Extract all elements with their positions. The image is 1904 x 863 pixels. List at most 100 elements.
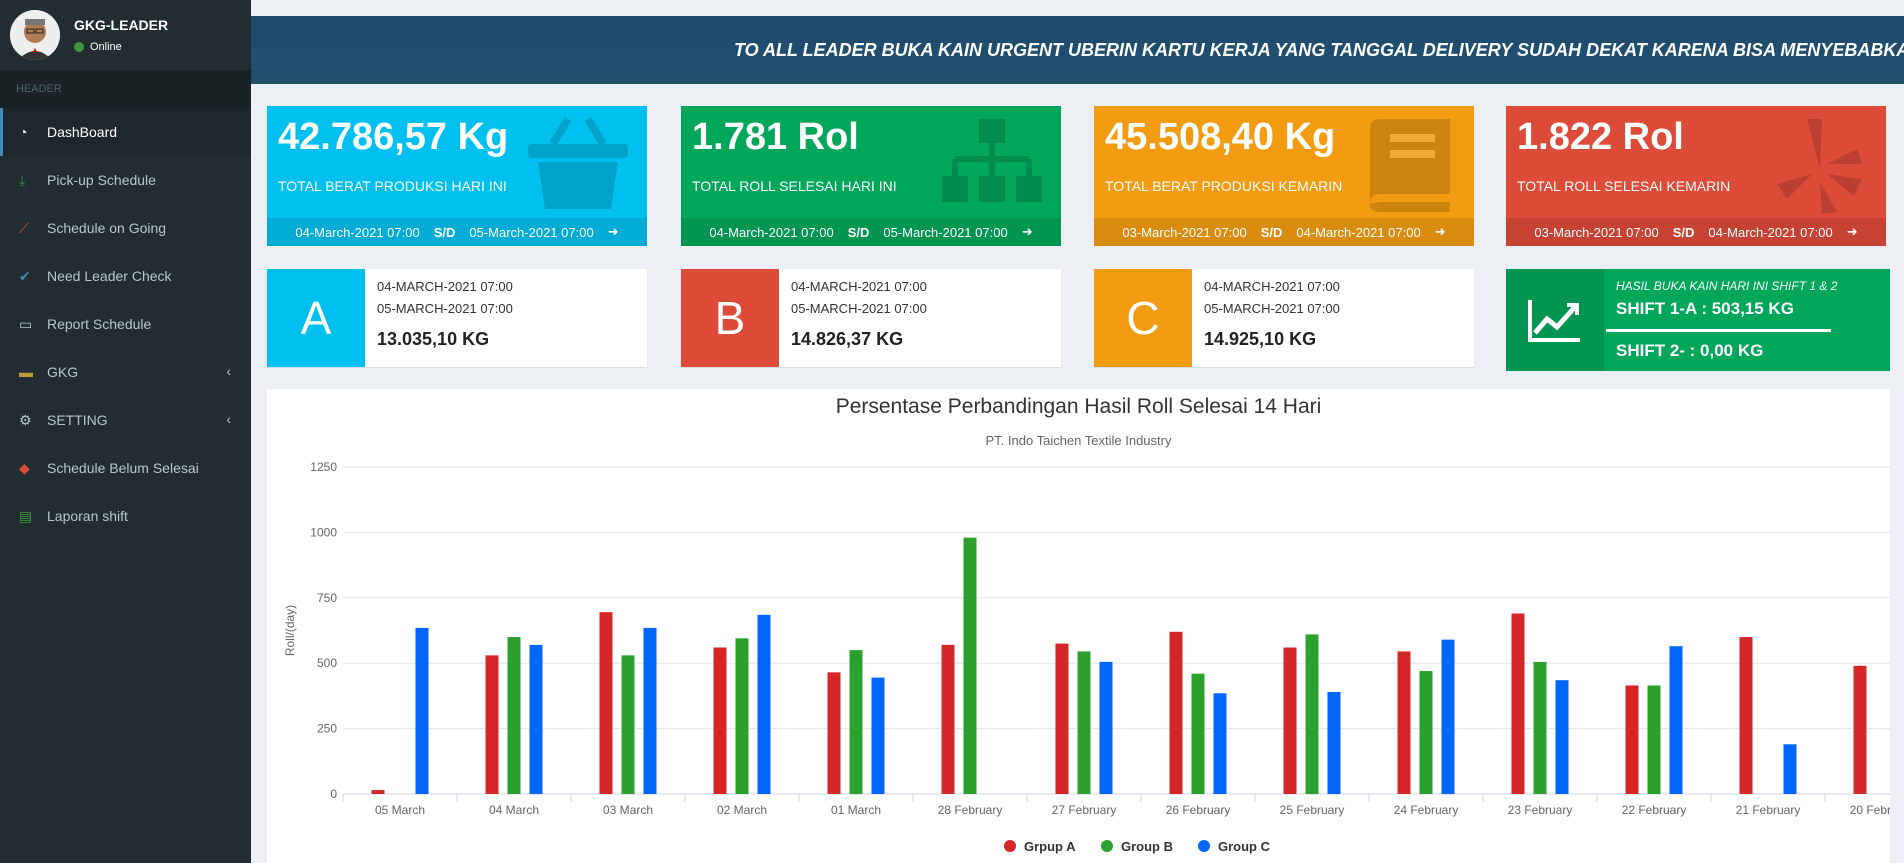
group-b-box: B 04-MARCH-2021 07:00 05-MARCH-2021 07:0… bbox=[681, 269, 1061, 367]
date-to: 05-March-2021 07:00 bbox=[469, 224, 594, 240]
y-tick-label: 1250 bbox=[310, 460, 337, 474]
group-date-to: 05-MARCH-2021 07:00 bbox=[1204, 301, 1340, 316]
sidebar-item-setting[interactable]: ⚙ SETTING ‹ bbox=[0, 396, 251, 444]
x-tick-label: 20 February bbox=[1850, 803, 1890, 817]
group-date-from: 04-MARCH-2021 07:00 bbox=[377, 279, 513, 294]
sidebar-item-schedule-belum-selesai[interactable]: ◆ Schedule Belum Selesai bbox=[0, 444, 251, 492]
main-content: TO ALL LEADER BUKA KAIN URGENT UBERIN KA… bbox=[251, 0, 1904, 863]
sitemap-icon bbox=[942, 119, 1042, 202]
x-tick-label: 26 February bbox=[1166, 803, 1231, 817]
file-excel-icon: ▤ bbox=[19, 507, 33, 524]
bar-group-c bbox=[1099, 661, 1113, 794]
chart-svg: 0 250 500 750 1000 1250 Roll/(day) 05 March 04 M… bbox=[283, 460, 1890, 854]
x-tick-label: 23 February bbox=[1508, 803, 1573, 817]
menu-header: HEADER bbox=[0, 70, 251, 108]
group-date-to: 05-MARCH-2021 07:00 bbox=[377, 301, 513, 316]
bar-grpup-a bbox=[485, 655, 499, 794]
date-to: 04-March-2021 07:00 bbox=[1296, 224, 1421, 240]
download-icon: ⤓ bbox=[19, 171, 26, 188]
bar-group-b bbox=[849, 650, 863, 794]
y-tick-label: 250 bbox=[317, 722, 337, 736]
shift-1-total: SHIFT 1-A : 503,15 KG bbox=[1616, 299, 1794, 318]
legend-label: Group C bbox=[1218, 839, 1271, 854]
stat-footer-link[interactable]: 04-March-2021 07:00 S/D 05-March-2021 07:0… bbox=[267, 218, 647, 246]
legend-marker bbox=[1198, 840, 1210, 852]
arrow-circle-right-icon: ➜ bbox=[1846, 224, 1858, 239]
group-total: 14.826,37 KG bbox=[791, 329, 904, 349]
stat-footer-link[interactable]: 03-March-2021 07:00 S/D 04-March-2021 07:0… bbox=[1506, 218, 1886, 246]
shift-progress-bar bbox=[1606, 329, 1831, 332]
user-name: GKG-LEADER bbox=[74, 17, 169, 33]
sidebar-item-dashboard[interactable]: ◔ DashBoard bbox=[0, 108, 251, 156]
x-tick-label: 22 February bbox=[1622, 803, 1687, 817]
stat-footer-link[interactable]: 03-March-2021 07:00 S/D 04-March-2021 07:0… bbox=[1094, 218, 1474, 246]
stat-value: 45.508,40 Kg bbox=[1105, 116, 1336, 158]
user-status: Online bbox=[74, 41, 168, 53]
sidebar-item-gkg[interactable]: ▬ GKG ‹ bbox=[0, 348, 251, 396]
laptop-icon: ▭ bbox=[19, 315, 33, 332]
sidebar-item-label: Report Schedule bbox=[47, 316, 152, 332]
yelp-icon bbox=[1777, 119, 1862, 214]
legend-label: Group B bbox=[1121, 839, 1173, 854]
tags-icon: ◆ bbox=[19, 459, 30, 476]
stat-label: TOTAL ROLL SELESAI HARI INI bbox=[692, 178, 897, 194]
x-tick-label: 25 February bbox=[1280, 803, 1345, 817]
x-tick-label: 24 February bbox=[1394, 803, 1459, 817]
bar-grpup-a bbox=[713, 647, 727, 794]
group-total: 14.925,10 KG bbox=[1204, 329, 1317, 349]
legend-label: Grpup A bbox=[1024, 839, 1076, 854]
stat-label: TOTAL ROLL SELESAI KEMARIN bbox=[1517, 178, 1731, 194]
sidebar-item-report-schedule[interactable]: ▭ Report Schedule bbox=[0, 300, 251, 348]
stat-box-roll-kemarin: 1.822 Rol TOTAL ROLL SELESAI KEMARIN 03-… bbox=[1506, 106, 1886, 246]
bar-group-c bbox=[1555, 680, 1569, 794]
legend-marker bbox=[1101, 840, 1113, 852]
arrow-circle-right-icon: ➜ bbox=[1434, 224, 1446, 239]
area-chart-icon bbox=[1506, 269, 1604, 371]
group-letter: A bbox=[267, 269, 365, 367]
y-tick-label: 750 bbox=[317, 591, 337, 605]
group-a-box: A 04-MARCH-2021 07:00 05-MARCH-2021 07:0… bbox=[267, 269, 647, 367]
stat-box-roll-hari-ini: 1.781 Rol TOTAL ROLL SELESAI HARI INI 04… bbox=[681, 106, 1061, 246]
y-axis-label: Roll/(day) bbox=[283, 605, 297, 656]
sidebar-item-schedule-on-going[interactable]: ⟋ Schedule on Going bbox=[0, 204, 251, 252]
sidebar-item-label: SETTING bbox=[47, 412, 108, 428]
bar-group-b bbox=[621, 655, 635, 794]
sidebar-item-label: Laporan shift bbox=[47, 508, 128, 524]
x-tick-label: 05 March bbox=[375, 803, 425, 817]
bar-group-c bbox=[757, 614, 771, 794]
sidebar-item-label: Schedule Belum Selesai bbox=[47, 460, 199, 476]
date-separator: S/D bbox=[847, 224, 870, 240]
y-tick-label: 500 bbox=[317, 656, 337, 670]
arrow-circle-right-icon: ➜ bbox=[1021, 224, 1033, 239]
x-tick-label: 01 March bbox=[831, 803, 881, 817]
bar-group-b bbox=[1305, 634, 1319, 794]
sidebar-item-pickup-schedule[interactable]: ⤓ Pick-up Schedule bbox=[0, 156, 251, 204]
shift-header: HASIL BUKA KAIN HARI INI SHIFT 1 & 2 bbox=[1616, 279, 1838, 293]
check-icon: ✔ bbox=[19, 267, 31, 284]
bar-group-b bbox=[735, 638, 749, 794]
shopping-basket-icon bbox=[528, 116, 628, 209]
bar-grpup-a bbox=[599, 612, 613, 794]
y-tick-label: 0 bbox=[330, 787, 337, 801]
bar-grpup-a bbox=[1283, 647, 1297, 794]
group-c-box: C 04-MARCH-2021 07:00 05-MARCH-2021 07:0… bbox=[1094, 269, 1474, 367]
sidebar-item-need-leader-check[interactable]: ✔ Need Leader Check bbox=[0, 252, 251, 300]
date-to: 04-March-2021 07:00 bbox=[1708, 224, 1833, 240]
sidebar-item-laporan-shift[interactable]: ▤ Laporan shift bbox=[0, 492, 251, 540]
stat-footer-link[interactable]: 04-March-2021 07:00 S/D 05-March-2021 07:0… bbox=[681, 218, 1061, 246]
stat-value: 1.781 Rol bbox=[692, 116, 859, 158]
bar-group-c bbox=[1669, 646, 1683, 794]
user-avatar bbox=[10, 10, 60, 60]
stat-box-berat-hari-ini: 42.786,57 Kg TOTAL BERAT PRODUKSI HARI I… bbox=[267, 106, 647, 246]
date-from: 03-March-2021 07:00 bbox=[1122, 224, 1247, 240]
date-separator: S/D bbox=[1260, 224, 1283, 240]
group-total: 13.035,10 KG bbox=[377, 329, 490, 349]
bar-grpup-a bbox=[827, 672, 841, 794]
group-date-from: 04-MARCH-2021 07:00 bbox=[1204, 279, 1340, 294]
stat-label: TOTAL BERAT PRODUKSI HARI INI bbox=[278, 178, 507, 194]
book-icon bbox=[1370, 119, 1450, 212]
archive-icon: ▬ bbox=[19, 364, 33, 380]
stat-value: 42.786,57 Kg bbox=[278, 116, 509, 158]
date-separator: S/D bbox=[433, 224, 456, 240]
shift-2-total: SHIFT 2- : 0,00 KG bbox=[1616, 341, 1764, 360]
